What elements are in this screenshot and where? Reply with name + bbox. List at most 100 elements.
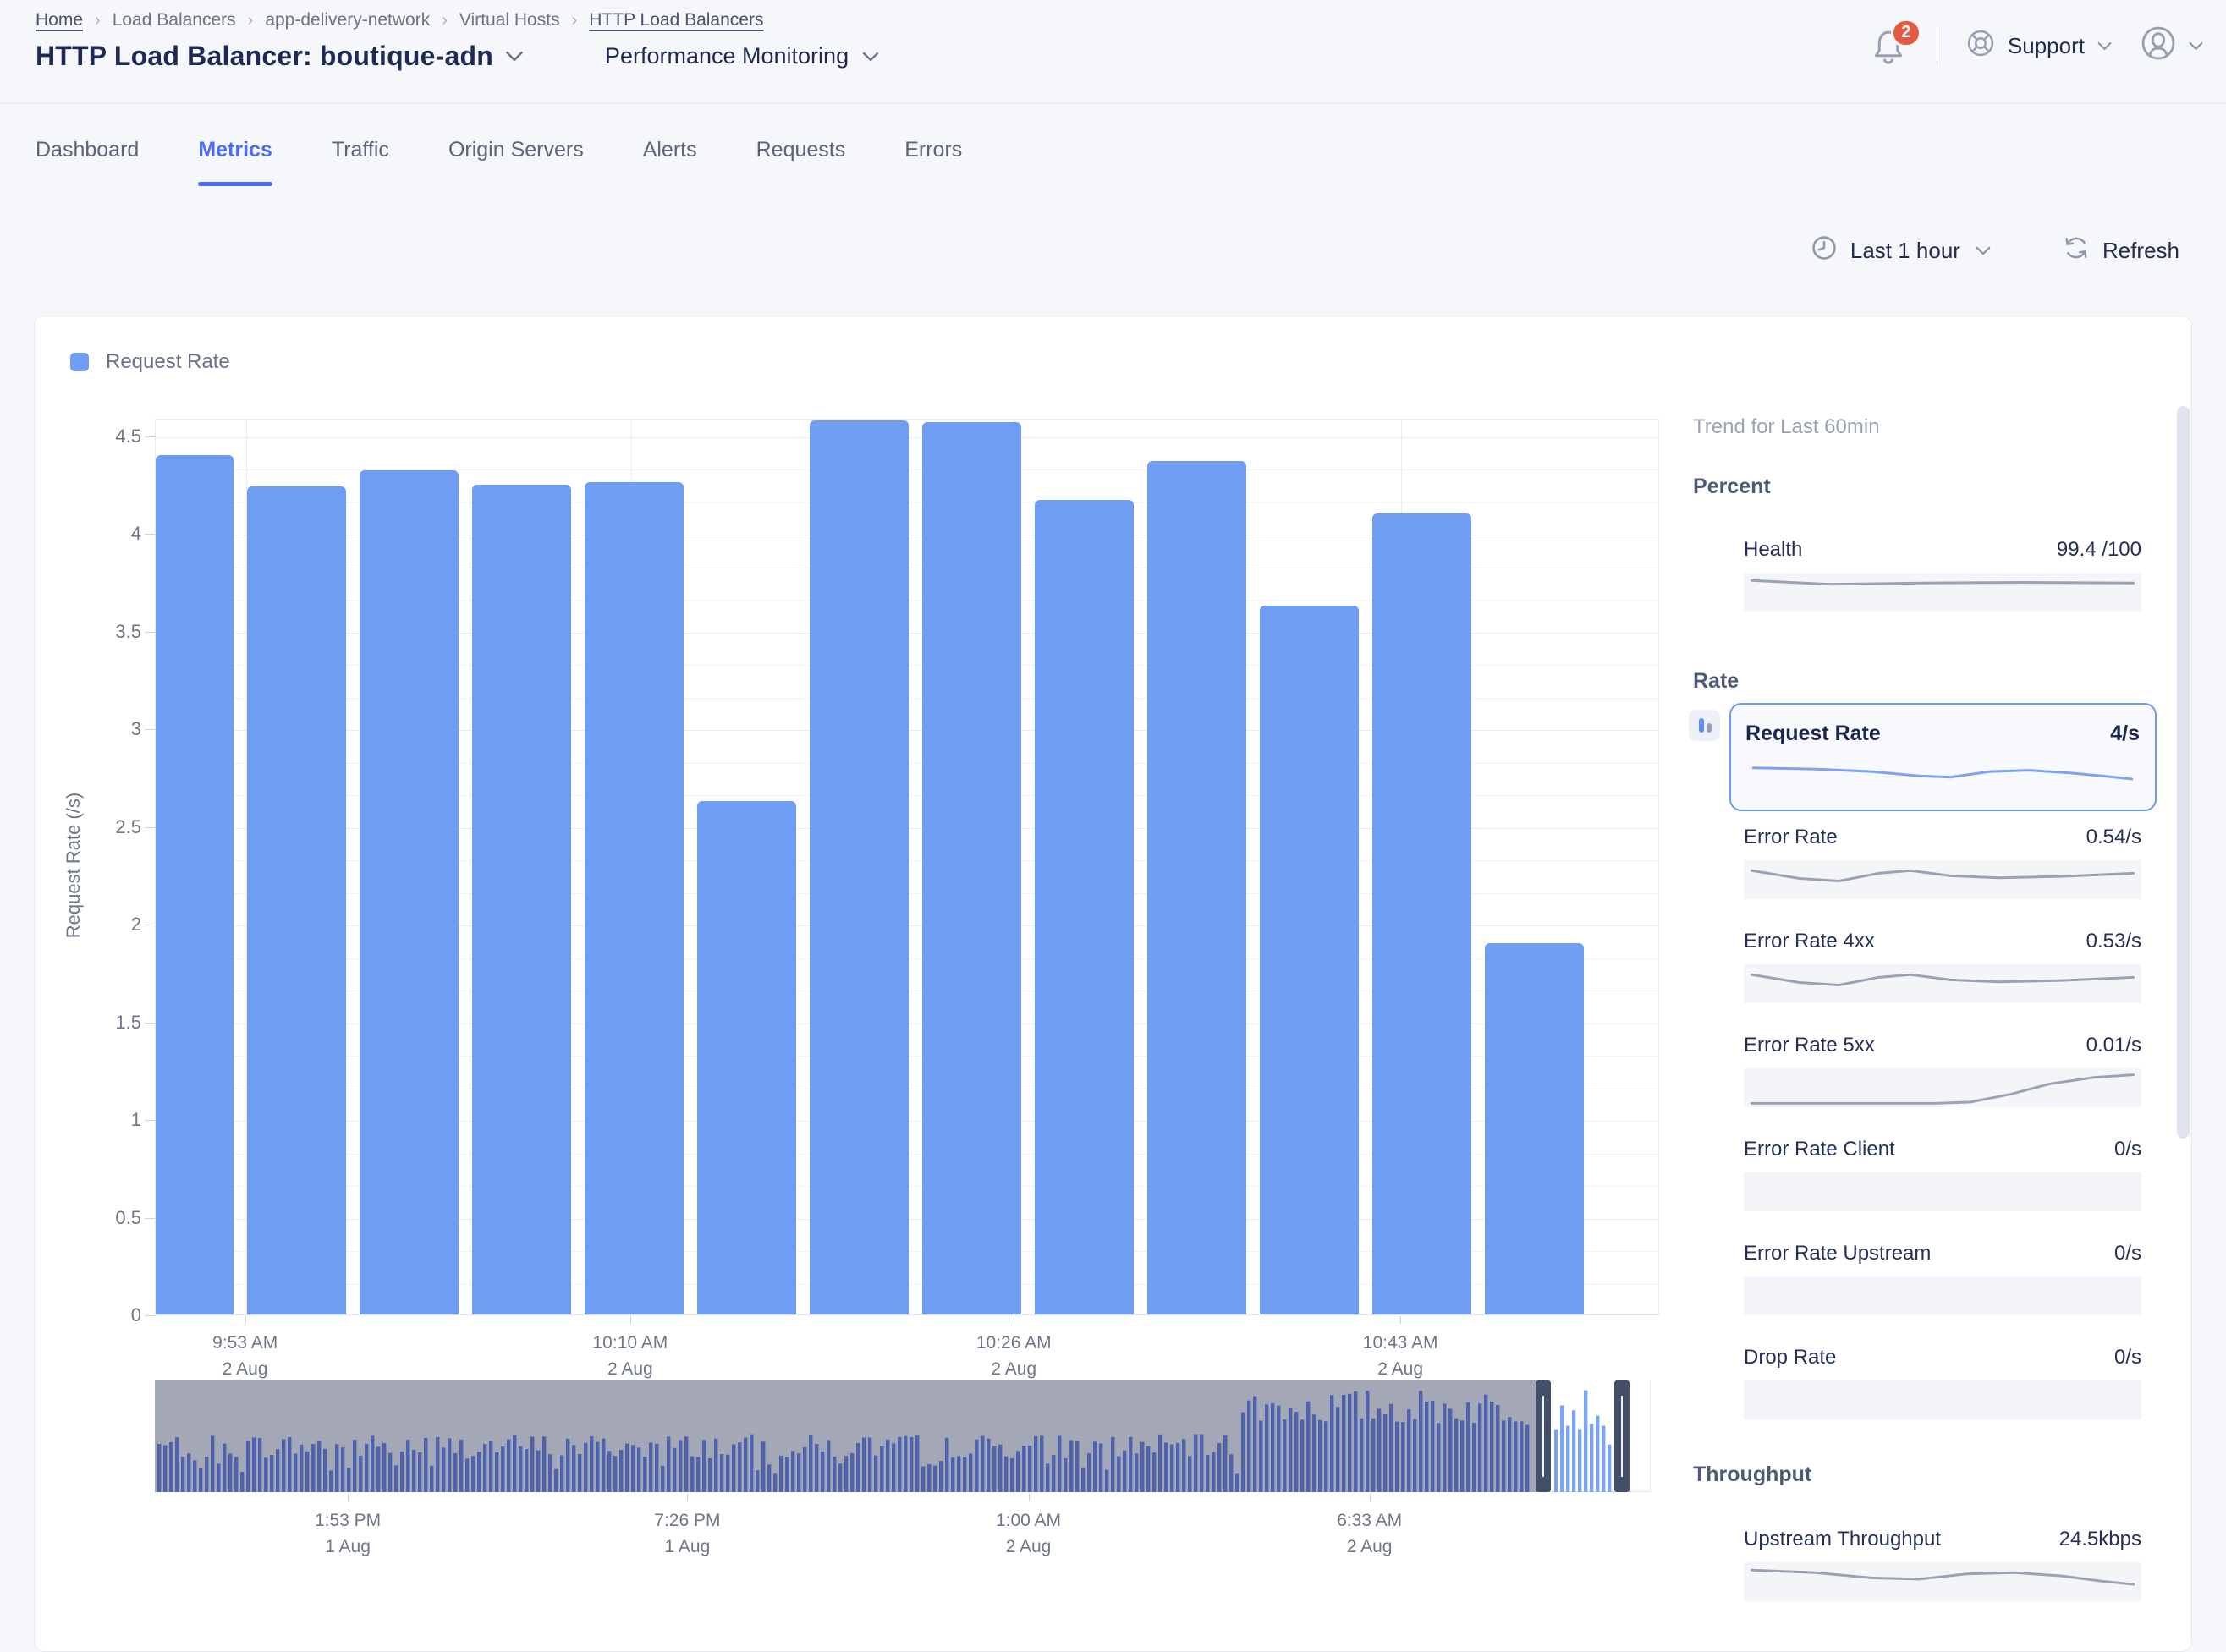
request-rate-bar[interactable] [472, 485, 571, 1314]
top-bar: Home›Load Balancers›app-delivery-network… [0, 0, 2226, 104]
tab-bar: Dashboard Metrics Traffic Origin Servers Ale… [36, 138, 962, 186]
sparkline [1744, 964, 2141, 1003]
sparkline [1744, 860, 2141, 899]
request-rate-bar[interactable] [360, 470, 459, 1314]
tab-dashboard[interactable]: Dashboard [36, 138, 139, 186]
breadcrumb-item-app-delivery-network[interactable]: app-delivery-network [265, 10, 430, 30]
request-rate-bar[interactable] [922, 422, 1021, 1314]
request-rate-bar[interactable] [697, 801, 796, 1314]
request-rate-bar[interactable] [247, 486, 346, 1314]
y-tick-mark [145, 1315, 155, 1316]
tab-traffic[interactable]: Traffic [332, 138, 389, 186]
time-range-chevron-down-icon [1976, 246, 1991, 255]
y-tick-label: 3 [52, 718, 141, 740]
tab-requests[interactable]: Requests [756, 138, 846, 186]
timeline-tick-mark [1370, 1494, 1371, 1501]
breadcrumb-item-virtual-hosts[interactable]: Virtual Hosts [459, 10, 560, 30]
metric-value: 99.4 /100 [2057, 538, 2141, 562]
sidebar-scrollbar-thumb[interactable] [2177, 406, 2190, 1139]
metric-error-rate-4xx-row[interactable]: Error Rate 4xx0.53/s [1744, 930, 2141, 1003]
request-rate-bar[interactable] [156, 455, 234, 1314]
time-range-label: Last 1 hour [1850, 238, 1960, 264]
y-tick-mark [145, 729, 155, 730]
support-menu[interactable]: Support [1965, 27, 2112, 65]
metric-error-rate-client-row[interactable]: Error Rate Client0/s [1744, 1138, 2141, 1211]
x-tick-label: 9:53 AM2 Aug [212, 1330, 278, 1382]
metric-label: Drop Rate [1744, 1346, 1836, 1369]
time-range-selector[interactable]: Last 1 hour [1810, 233, 1991, 268]
request-rate-bar[interactable] [1260, 606, 1359, 1314]
top-right-actions: 2 Support [1869, 24, 2203, 69]
metric-value: 24.5kbps [2059, 1528, 2141, 1551]
breadcrumb-separator-icon: › [95, 11, 101, 30]
timeline-tick-label: 6:33 AM2 Aug [1337, 1507, 1402, 1560]
y-axis-title: Request Rate (/s) [63, 738, 85, 992]
sparkline [1744, 1562, 2141, 1601]
chart-controls: Last 1 hour Refresh [1810, 233, 2179, 268]
tab-origin-servers[interactable]: Origin Servers [448, 138, 584, 186]
view-selector[interactable]: Performance Monitoring [605, 43, 879, 69]
metric-label: Error Rate 4xx [1744, 930, 1875, 953]
y-tick-label: 0.5 [52, 1207, 141, 1229]
metric-value: 4/s [2110, 722, 2140, 746]
legend-label: Request Rate [106, 350, 230, 374]
x-tick-mark [245, 1316, 246, 1324]
tab-alerts[interactable]: Alerts [643, 138, 697, 186]
refresh-button[interactable]: Refresh [2062, 233, 2179, 268]
metric-label: Request Rate [1745, 722, 1881, 746]
bar-chart-icon [1689, 710, 1720, 741]
metric-label: Error Rate Client [1744, 1138, 1895, 1161]
metric-label: Error Rate 5xx [1744, 1034, 1875, 1057]
notification-badge: 2 [1891, 19, 1921, 47]
metric-error-rate-upstream-row[interactable]: Error Rate Upstream0/s [1744, 1242, 2141, 1315]
metric-upstream-throughput-row[interactable]: Upstream Throughput24.5kbps [1744, 1528, 2141, 1601]
timeline-minimap[interactable] [155, 1380, 1651, 1492]
brush-handle-left[interactable] [1536, 1380, 1551, 1492]
y-tick-label: 0 [52, 1304, 141, 1326]
timeline-tick-mark [1029, 1494, 1030, 1501]
breadcrumb-item-http-load-balancers[interactable]: HTTP Load Balancers [589, 10, 763, 30]
title-chevron-down-icon[interactable] [505, 51, 524, 62]
section-header-percent: Percent [1693, 475, 1771, 499]
refresh-label: Refresh [2102, 238, 2179, 264]
breadcrumb-item-load-balancers[interactable]: Load Balancers [113, 10, 236, 30]
sparkline [1745, 758, 2140, 795]
metric-drop-rate-row[interactable]: Drop Rate0/s [1744, 1346, 2141, 1419]
metric-error-rate-row[interactable]: Error Rate0.54/s [1744, 826, 2141, 899]
metric-label: Error Rate [1744, 826, 1838, 849]
request-rate-bar-chart [155, 419, 1659, 1315]
y-tick-label: 3.5 [52, 621, 141, 643]
metric-request-rate-selected-card[interactable]: Request Rate 4/s [1729, 703, 2157, 811]
x-tick-label: 10:10 AM2 Aug [592, 1330, 668, 1382]
request-rate-bar[interactable] [810, 420, 909, 1314]
y-tick-mark [145, 436, 155, 437]
request-rate-bar[interactable] [1147, 461, 1246, 1314]
y-tick-label: 1.5 [52, 1012, 141, 1034]
metric-value: 0/s [2114, 1242, 2141, 1265]
y-tick-mark [145, 632, 155, 633]
request-rate-bar[interactable] [1372, 513, 1471, 1314]
breadcrumb-item-home[interactable]: Home [36, 10, 83, 30]
refresh-icon [2062, 233, 2091, 268]
timeline-tick-label: 7:26 PM1 Aug [654, 1507, 720, 1560]
chart-legend-item[interactable]: Request Rate [70, 350, 230, 374]
tab-metrics[interactable]: Metrics [198, 138, 272, 186]
clock-icon [1810, 233, 1839, 268]
tab-errors[interactable]: Errors [904, 138, 962, 186]
breadcrumb: Home›Load Balancers›app-delivery-network… [36, 10, 763, 30]
metric-label: Health [1744, 538, 1802, 562]
sparkline [1744, 1068, 2141, 1107]
y-tick-mark [145, 1218, 155, 1219]
trend-title: Trend for Last 60min [1693, 415, 1880, 439]
request-rate-bar[interactable] [585, 482, 684, 1314]
metric-error-rate-5xx-row[interactable]: Error Rate 5xx0.01/s [1744, 1034, 2141, 1107]
metrics-sidebar: Trend for Last 60min Percent Health 99.4 /… [1693, 316, 2167, 1651]
user-menu[interactable] [2139, 24, 2203, 69]
notifications-button[interactable]: 2 [1869, 25, 1910, 68]
request-rate-bar[interactable] [1485, 943, 1584, 1314]
sparkline [1744, 573, 2141, 612]
brush-handle-right[interactable] [1614, 1380, 1630, 1492]
view-chevron-down-icon [862, 52, 879, 62]
metric-health-row[interactable]: Health 99.4 /100 [1744, 538, 2141, 612]
request-rate-bar[interactable] [1035, 500, 1134, 1314]
